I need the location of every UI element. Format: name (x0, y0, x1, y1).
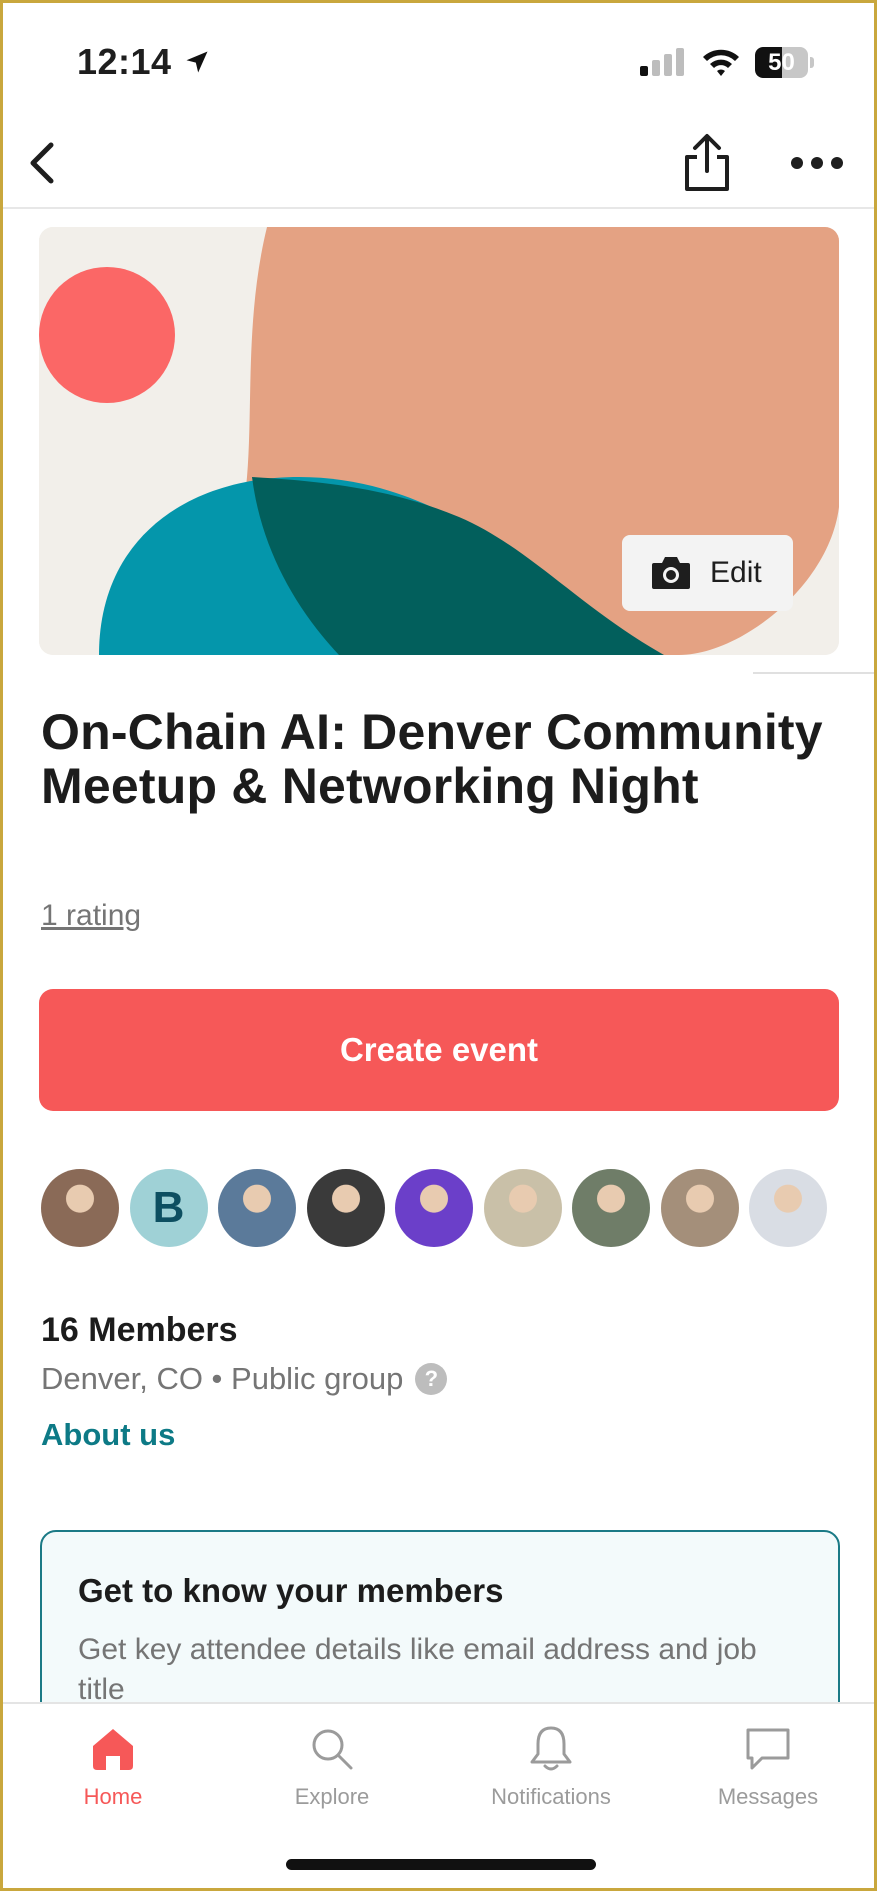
tab-label-home: Home (83, 1784, 143, 1809)
member-avatar[interactable] (660, 1169, 739, 1247)
tab-messages[interactable]: Messages (678, 1722, 858, 1810)
wifi-icon (703, 49, 739, 76)
camera-icon (652, 557, 690, 589)
more-horizontal-icon (791, 157, 843, 169)
chat-icon (746, 1728, 790, 1770)
member-avatar[interactable] (395, 1169, 473, 1247)
more-options-button[interactable] (789, 143, 845, 183)
tab-label-notifications: Notifications (491, 1784, 611, 1809)
location-arrow-icon (186, 51, 208, 73)
tab-explore[interactable]: Explore (242, 1722, 422, 1810)
status-time: 12:14 (77, 41, 172, 82)
avatar-initial: B (129, 1169, 208, 1247)
back-button[interactable] (21, 133, 65, 193)
home-indicator[interactable] (286, 1859, 596, 1870)
app-screen: 12:14 50 Edit On-Chain AI: Denver Commun… (3, 3, 874, 1888)
share-icon (685, 134, 729, 191)
status-bar: 12:14 50 (3, 3, 874, 121)
member-avatar[interactable]: B (129, 1169, 208, 1247)
card-text: Get key attendee details like email addr… (78, 1633, 757, 1706)
share-button[interactable] (679, 131, 735, 195)
home-icon (93, 1729, 133, 1770)
card-title: Get to know your members (78, 1572, 504, 1609)
search-icon (312, 1729, 353, 1770)
edit-cover-button[interactable]: Edit (622, 535, 793, 611)
edit-label: Edit (710, 556, 762, 589)
member-avatar[interactable] (749, 1169, 827, 1247)
nav-bar (3, 121, 874, 209)
member-avatar[interactable] (483, 1169, 562, 1247)
chevron-left-icon (30, 142, 54, 184)
members-count[interactable]: 16 Members (41, 1311, 238, 1350)
tab-label-explore: Explore (294, 1784, 370, 1809)
create-event-button[interactable]: Create event (39, 989, 839, 1111)
cellular-signal-icon (640, 48, 684, 76)
rating-link[interactable]: 1 rating (41, 899, 141, 933)
location-and-type: Denver, CO • Public group (41, 1361, 404, 1396)
group-title: On-Chain AI: Denver Community Meetup & N… (41, 704, 823, 814)
bell-icon (530, 1726, 572, 1771)
member-avatar[interactable] (306, 1169, 385, 1247)
divider (753, 672, 874, 674)
tab-notifications[interactable]: Notifications (461, 1722, 641, 1810)
member-avatar[interactable] (572, 1169, 650, 1247)
member-avatar[interactable] (218, 1169, 296, 1247)
tab-home[interactable]: Home (23, 1722, 203, 1810)
battery-level: 50 (768, 49, 795, 76)
group-meta: Denver, CO • Public group ? (41, 1361, 448, 1397)
tab-label-messages: Messages (717, 1784, 819, 1809)
help-icon[interactable]: ? (415, 1363, 448, 1395)
member-avatar[interactable] (41, 1169, 119, 1247)
battery-indicator: 50 (755, 47, 814, 78)
group-cover-image: Edit (39, 227, 839, 655)
about-us-link[interactable]: About us (41, 1417, 175, 1453)
